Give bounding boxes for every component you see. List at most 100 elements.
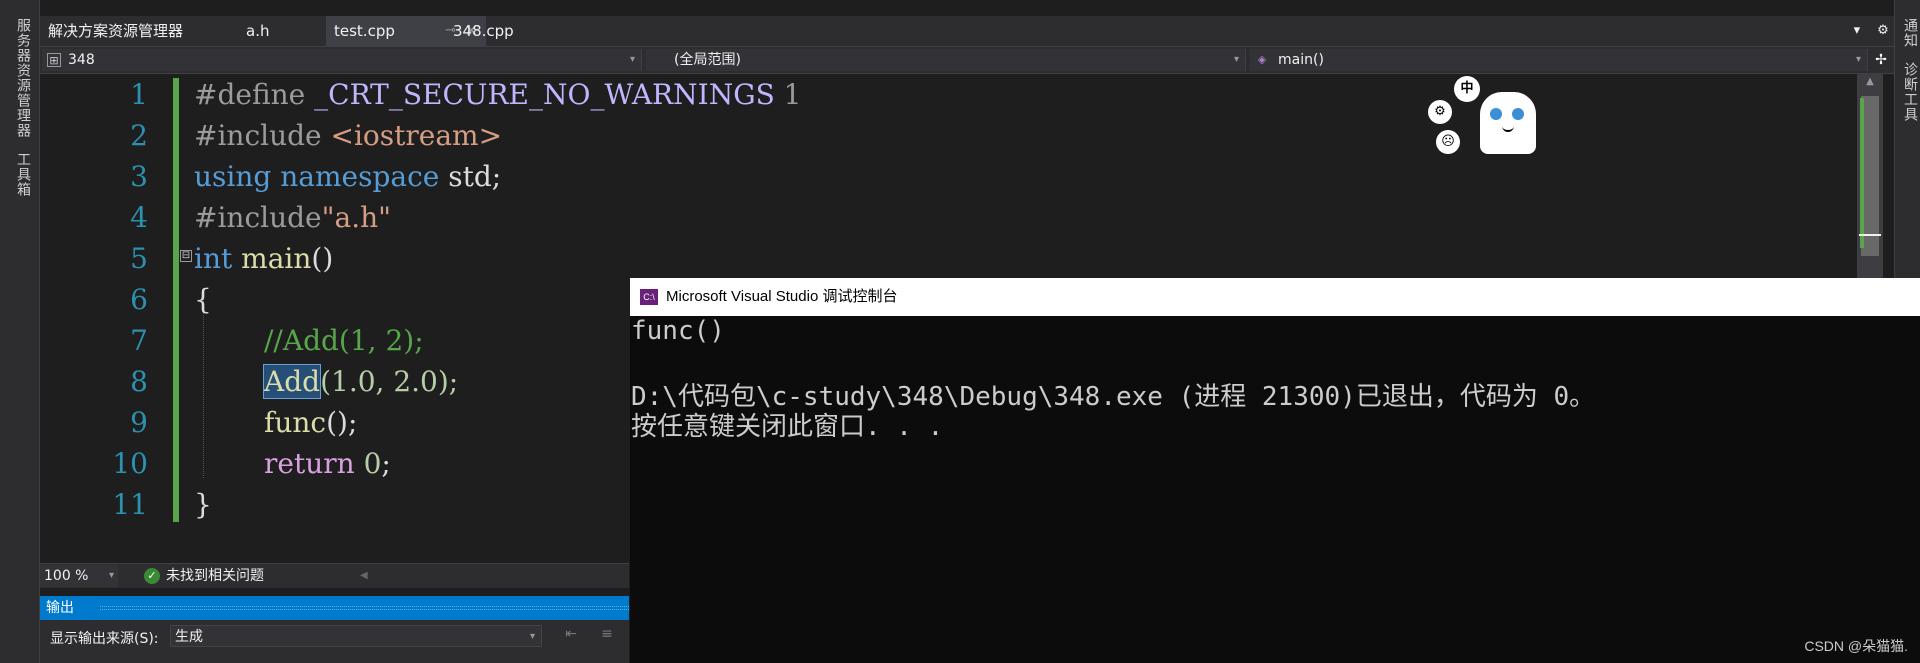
line-number-gutter: 1 2 3 4 5 6 7 8 9 10 11: [40, 74, 175, 563]
navigation-bar: ⊞ 348 ▾ (全局范围) ▾ ◈ main() ▾ ✢: [40, 46, 1894, 74]
console-output-line: func(): [631, 316, 725, 346]
bubble-icon: ☹: [1436, 130, 1460, 154]
tab-solution-explorer[interactable]: 解决方案资源管理器: [40, 16, 230, 46]
project-value: 348: [68, 52, 95, 68]
output-panel-title: 输出: [46, 600, 74, 616]
server-explorer-tab[interactable]: 服务器资源管理器: [13, 18, 33, 138]
tab-label: test.cpp: [334, 22, 395, 40]
keyword: return: [264, 447, 355, 480]
selected-identifier: Add: [262, 364, 322, 399]
issues-text: 未找到相关问题: [166, 568, 264, 584]
chevron-down-icon: ▾: [529, 631, 535, 642]
code-line-6: {: [194, 283, 212, 316]
keyword: using: [194, 160, 272, 193]
csdn-watermark: CSDN @朵猫猫.: [1804, 638, 1908, 654]
line-number: 6: [130, 283, 148, 316]
scope-value: (全局范围): [674, 52, 741, 68]
line-number: 2: [130, 119, 148, 152]
document-tab-bar: 解决方案资源管理器 a.h test.cpp ⊸ ✕ 348.cpp ▾ ⚙: [40, 16, 1894, 46]
collapse-toggle-icon[interactable]: ⊟: [180, 250, 192, 262]
bubble-icon: ⚙: [1428, 100, 1452, 124]
tab-label: 解决方案资源管理器: [48, 22, 184, 40]
punctuation: ;: [381, 447, 391, 480]
tab-label: 348.cpp: [453, 22, 514, 40]
line-number: 11: [112, 488, 148, 521]
output-source-bar: 显示输出来源(S): 生成 ▾ ⇤ ≡: [40, 620, 629, 663]
check-circle-icon: ✓: [144, 568, 160, 584]
console-title-bar[interactable]: C:\ Microsoft Visual Studio 调试控制台: [630, 278, 1920, 316]
diagnostic-tools-tab[interactable]: 诊断工具: [1900, 62, 1920, 122]
scroll-left-icon[interactable]: ◀: [360, 570, 368, 581]
toolbox-tab[interactable]: 工具箱: [13, 152, 33, 197]
scope-dropdown[interactable]: (全局范围) ▾: [646, 49, 1246, 71]
macro-name: _CRT_SECURE_NO_WARNINGS: [314, 78, 775, 111]
find-message-icon[interactable]: ⇤: [560, 626, 582, 646]
output-source-dropdown[interactable]: 生成 ▾: [170, 625, 542, 647]
function-icon: ◈: [1257, 53, 1267, 66]
code-line-1: #define _CRT_SECURE_NO_WARNINGS 1: [194, 78, 801, 111]
change-tracking-bar: [173, 78, 179, 522]
code-line-11: }: [194, 488, 212, 521]
clear-all-icon[interactable]: ≡: [596, 626, 618, 646]
code-line-8: Add(1.0, 2.0);: [262, 364, 459, 399]
line-number: 4: [130, 201, 148, 234]
header-name: "a.h": [321, 201, 392, 234]
number: 0: [354, 447, 382, 480]
line-number: 5: [130, 242, 148, 275]
arguments: (1.0, 2.0);: [320, 365, 459, 398]
editor-status-row: 100 % ▾ ✓ 未找到相关问题 ◀: [40, 563, 629, 588]
scrollbar-change-marker: [1860, 98, 1864, 248]
line-number: 10: [112, 447, 148, 480]
code-line-4: #include"a.h": [194, 201, 391, 234]
punctuation: (): [311, 242, 334, 275]
line-number: 3: [130, 160, 148, 193]
function-name: main: [232, 242, 312, 275]
member-dropdown[interactable]: ◈ main() ▾: [1250, 49, 1868, 71]
line-number: 8: [130, 365, 148, 398]
scroll-up-icon[interactable]: ▲: [1857, 76, 1883, 87]
left-tool-strip: 服务器资源管理器 工具箱: [0, 0, 40, 663]
debug-console-window[interactable]: C:\ Microsoft Visual Studio 调试控制台 func()…: [630, 278, 1920, 663]
chevron-down-icon: ▾: [1855, 54, 1861, 65]
caret-position-marker: [1859, 234, 1881, 236]
eye-icon: [1490, 108, 1502, 120]
console-title: Microsoft Visual Studio 调试控制台: [666, 288, 898, 305]
directive: #define: [194, 78, 315, 111]
line-number: 1: [130, 78, 148, 111]
identifier: std;: [439, 160, 502, 193]
function-name: func: [264, 406, 327, 439]
gear-icon[interactable]: ⚙: [1872, 16, 1894, 46]
zoom-dropdown[interactable]: 100 % ▾: [40, 565, 118, 587]
tab-label: a.h: [246, 22, 270, 40]
split-window-icon[interactable]: ✢: [1868, 47, 1894, 73]
code-line-5: int main(): [194, 242, 333, 275]
directive: #include: [194, 119, 331, 152]
code-line-7: //Add(1, 2);: [264, 324, 424, 357]
output-panel-header[interactable]: 输出: [40, 596, 629, 620]
crying-ghost-icon: [1480, 92, 1536, 154]
project-dropdown[interactable]: ⊞ 348 ▾: [42, 49, 642, 71]
directive: #include: [194, 201, 322, 234]
output-source-label: 显示输出来源(S):: [50, 631, 159, 647]
tab-348-cpp[interactable]: 348.cpp: [445, 16, 565, 46]
keyword: int: [194, 242, 233, 275]
keyword: namespace: [271, 160, 440, 193]
project-icon: ⊞: [47, 53, 61, 67]
mouth-icon: [1502, 126, 1514, 132]
chevron-down-icon: ▾: [1233, 54, 1239, 65]
bubble-icon: 中: [1454, 76, 1480, 102]
issues-indicator[interactable]: ✓ 未找到相关问题: [144, 564, 264, 588]
macro-value: 1: [774, 78, 802, 111]
member-value: main(): [1278, 52, 1324, 68]
tab-list-dropdown-icon[interactable]: ▾: [1846, 16, 1868, 46]
chevron-down-icon: ▾: [108, 570, 114, 581]
chevron-down-icon: ▾: [629, 54, 635, 65]
tabbar-tools: ▾ ⚙: [1846, 16, 1894, 46]
output-source-value: 生成: [175, 629, 203, 645]
sticker-image: 中 ⚙ ☹: [1428, 76, 1540, 156]
punctuation: ();: [326, 406, 358, 439]
indent-guide: [203, 292, 204, 478]
notifications-tab[interactable]: 通知: [1900, 18, 1920, 48]
code-line-2: #include <iostream>: [194, 119, 502, 152]
header-name: <iostream>: [330, 119, 503, 152]
